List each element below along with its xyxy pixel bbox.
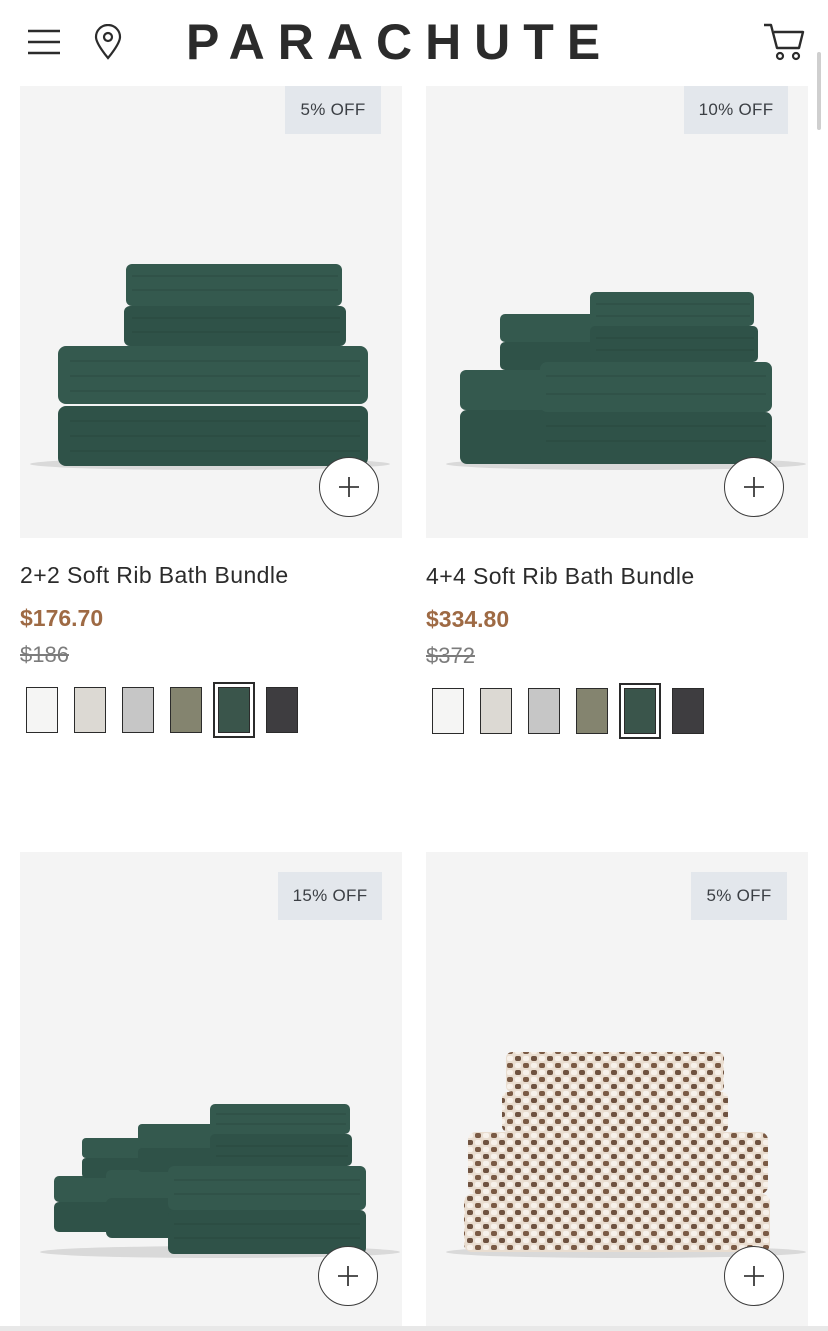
plus-icon (338, 1266, 358, 1286)
bottom-edge (0, 1326, 828, 1331)
color-swatches (426, 683, 808, 748)
plus-icon (744, 477, 764, 497)
discount-badge: 15% OFF (278, 872, 382, 920)
product-title[interactable]: 4+4 Soft Rib Bath Bundle (426, 563, 695, 590)
quick-add-button[interactable] (724, 1246, 784, 1306)
product-image[interactable]: 15% OFF (20, 852, 402, 1328)
menu-button[interactable] (24, 24, 64, 60)
product-image[interactable]: 5% OFF (20, 86, 402, 538)
original-price: $372 (426, 643, 475, 668)
cart-icon (764, 23, 805, 61)
product-image[interactable]: 10% OFF (426, 86, 808, 538)
swatch-forest-selected[interactable] (213, 682, 255, 738)
swatch-sage[interactable] (576, 688, 608, 734)
brand-logo[interactable]: PARACHUTE (186, 14, 642, 70)
swatch-charcoal[interactable] (266, 687, 298, 733)
quick-add-button[interactable] (318, 1246, 378, 1306)
sale-price: $334.80 (426, 606, 510, 632)
product-card[interactable]: 5% OFF (426, 852, 808, 1328)
top-navigation-bar: PARACHUTE (0, 0, 828, 86)
product-image[interactable]: 5% OFF (426, 852, 808, 1328)
swatch-white[interactable] (26, 687, 58, 733)
menu-icon (28, 29, 60, 55)
color-swatches (20, 682, 402, 747)
sale-price: $176.70 (20, 605, 104, 631)
location-pin-icon (94, 24, 122, 60)
discount-badge: 5% OFF (285, 86, 381, 134)
swatch-sage[interactable] (170, 687, 202, 733)
quick-add-button[interactable] (724, 457, 784, 517)
product-title[interactable]: 2+2 Soft Rib Bath Bundle (20, 562, 289, 589)
original-price: $186 (20, 642, 69, 667)
discount-badge: 5% OFF (691, 872, 787, 920)
swatch-bone[interactable] (480, 688, 512, 734)
product-card[interactable]: 10% OFF 4+4 Soft Rib Bath Bundle $334.80… (426, 86, 808, 739)
plus-icon (339, 477, 359, 497)
swatch-bone[interactable] (74, 687, 106, 733)
cart-button[interactable] (760, 18, 808, 66)
swatch-forest-selected[interactable] (619, 683, 661, 739)
plus-icon (744, 1266, 764, 1286)
discount-badge: 10% OFF (684, 86, 788, 134)
swatch-white[interactable] (432, 688, 464, 734)
product-card[interactable]: 5% OFF 2+2 Soft Rib Bath Bundle $176.70 … (20, 86, 402, 738)
scrollbar-thumb[interactable] (817, 52, 821, 130)
quick-add-button[interactable] (319, 457, 379, 517)
store-locator-button[interactable] (90, 22, 126, 62)
swatch-charcoal[interactable] (672, 688, 704, 734)
product-card[interactable]: 15% OFF (20, 852, 402, 1328)
swatch-light-grey[interactable] (122, 687, 154, 733)
swatch-light-grey[interactable] (528, 688, 560, 734)
